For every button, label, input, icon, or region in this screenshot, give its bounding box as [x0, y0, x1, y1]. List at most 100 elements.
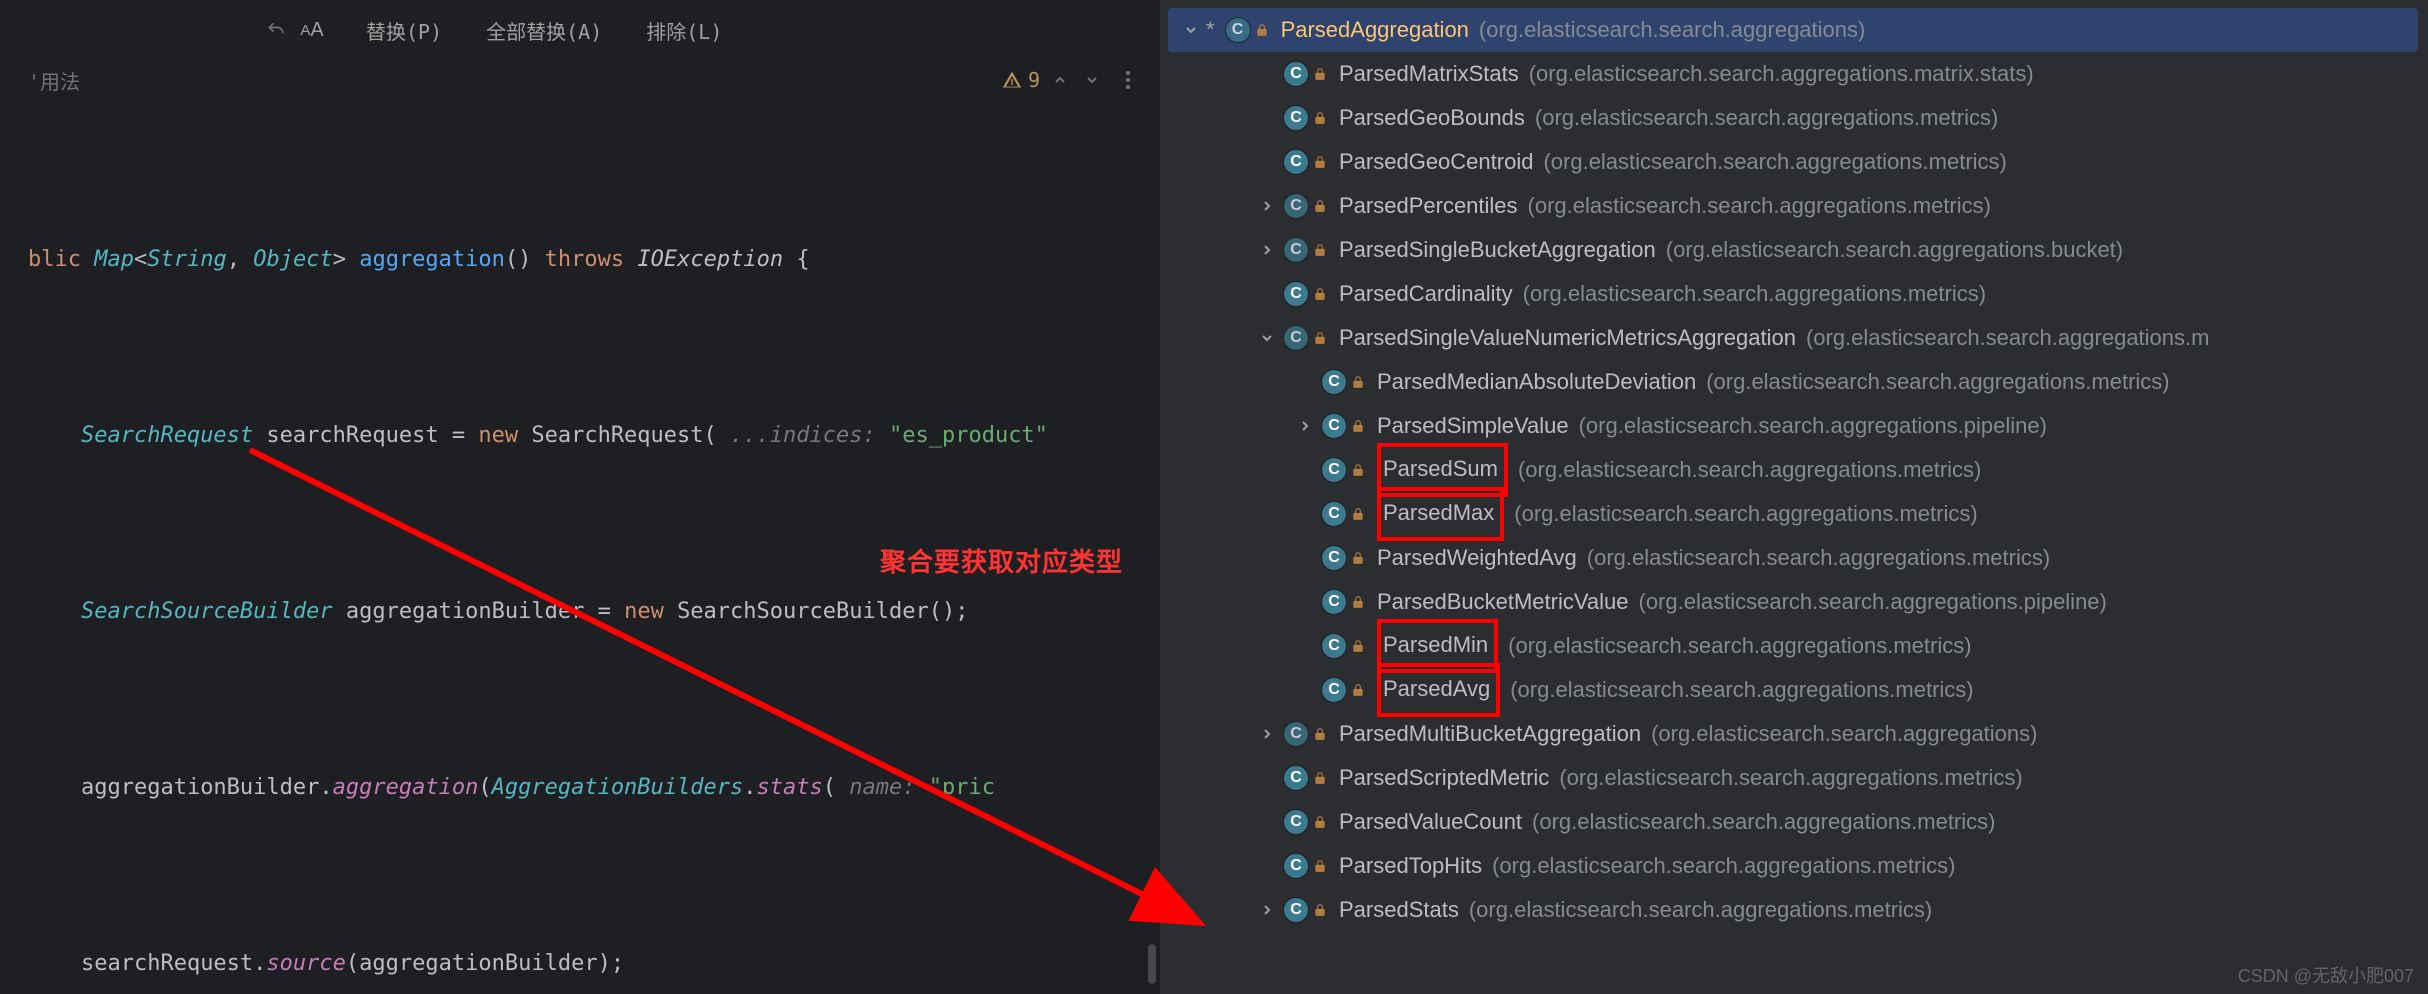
lock-icon	[1311, 329, 1329, 347]
tree-row[interactable]: C ParsedValueCount(org.elasticsearch.sear…	[1168, 800, 2428, 844]
tree-row[interactable]: CParsedGeoCentroid(org.elasticsearch.sea…	[1168, 140, 2428, 184]
tree-package: (org.elasticsearch.search.aggregations.m…	[1508, 624, 1971, 668]
watermark: CSDN @无敌小肥007	[2238, 962, 2414, 988]
hierarchy-pane: * C ParsedAggregation (org.elasticsearch…	[1160, 0, 2428, 994]
class-icon: C	[1283, 237, 1309, 263]
tree-package: (org.elasticsearch.search.aggregations.m	[1806, 316, 2210, 360]
tree-row[interactable]: CParsedGeoBounds(org.elasticsearch.searc…	[1168, 96, 2428, 140]
usage-label: '用法	[28, 66, 80, 95]
chevron-right-icon[interactable]	[1255, 238, 1279, 262]
tree-row[interactable]: C ParsedSingleValueNumericMetricsAggregat…	[1168, 316, 2428, 360]
lock-icon	[1311, 285, 1329, 303]
class-icon: C	[1283, 809, 1309, 835]
tree-package: (org.elasticsearch.search.aggregations.b…	[1666, 228, 2123, 272]
tree-row[interactable]: CParsedMax(org.elasticsearch.search.aggr…	[1168, 492, 2428, 536]
class-icon: C	[1283, 721, 1309, 747]
problems-badge[interactable]: 9	[1002, 68, 1040, 92]
lock-icon	[1349, 417, 1367, 435]
tree-class-name: ParsedGeoBounds	[1339, 96, 1525, 140]
tree-row[interactable]: CParsedWeightedAvg(org.elasticsearch.sea…	[1168, 536, 2428, 580]
tree-package: (org.elasticsearch.search.aggregations.m…	[1528, 184, 1991, 228]
class-icon: C	[1283, 325, 1309, 351]
lock-icon	[1349, 461, 1367, 479]
tree-class-name: ParsedTopHits	[1339, 844, 1482, 888]
tree-package: (org.elasticsearch.search.aggregations.m…	[1523, 272, 1986, 316]
tree-package: (org.elasticsearch.search.aggregations.m…	[1514, 492, 1977, 536]
chevron-right-icon[interactable]	[1255, 898, 1279, 922]
next-occurrence-icon[interactable]	[1080, 68, 1104, 92]
font-size-icon[interactable]: AA	[298, 16, 326, 44]
tree-row[interactable]: CParsedSimpleValue(org.elasticsearch.sea…	[1168, 404, 2428, 448]
tree-row[interactable]: CParsedBucketMetricValue(org.elasticsear…	[1168, 580, 2428, 624]
tree-package: (org.elasticsearch.search.aggregations.m…	[1532, 800, 1995, 844]
tree-root-row[interactable]: * C ParsedAggregation (org.elasticsearch…	[1168, 8, 2418, 52]
chevron-down-icon[interactable]	[1179, 18, 1203, 42]
tree-package: (org.elasticsearch.search.aggregations.m…	[1535, 96, 1998, 140]
tree-class-name: ParsedStats	[1339, 888, 1459, 932]
tree-package: (org.elasticsearch.search.aggregations.m…	[1559, 756, 2022, 800]
tree-row[interactable]: C ParsedScriptedMetric(org.elasticsearch.…	[1168, 756, 2428, 800]
tree-class-name: ParsedMax	[1377, 487, 1504, 541]
chevron-right-icon[interactable]	[1255, 194, 1279, 218]
lock-icon	[1349, 505, 1367, 523]
tree-class-name: ParsedScriptedMetric	[1339, 756, 1549, 800]
tree-package: (org.elasticsearch.search.aggregations.m…	[1587, 536, 2050, 580]
tree-package: (org.elasticsearch.search.aggregations.m…	[1543, 140, 2006, 184]
tree-class-name: ParsedSingleBucketAggregation	[1339, 228, 1656, 272]
replace-button[interactable]: 替换(P)	[348, 10, 460, 51]
tree-row[interactable]: C ParsedSingleBucketAggregation(org.elast…	[1168, 228, 2428, 272]
class-icon: C	[1283, 149, 1309, 175]
chevron-down-icon[interactable]	[1255, 326, 1279, 350]
class-icon: C	[1321, 457, 1347, 483]
lock-icon	[1311, 197, 1329, 215]
tree-row[interactable]: CParsedMedianAbsoluteDeviation(org.elast…	[1168, 360, 2428, 404]
class-hierarchy-tree[interactable]: * C ParsedAggregation (org.elasticsearch…	[1160, 0, 2428, 940]
tree-class-name: ParsedSimpleValue	[1377, 404, 1569, 448]
tree-row[interactable]: CParsedStats(org.elasticsearch.search.ag…	[1168, 888, 2428, 932]
tree-class-name: ParsedPercentiles	[1339, 184, 1518, 228]
lock-icon	[1311, 901, 1329, 919]
class-icon: C	[1283, 61, 1309, 87]
lock-icon	[1311, 153, 1329, 171]
tree-package: (org.elasticsearch.search.aggregations.m…	[1469, 888, 1932, 932]
annotation-text: 聚合要获取对应类型	[880, 542, 1123, 579]
class-icon: C	[1321, 677, 1347, 703]
tree-row[interactable]: CParsedMin(org.elasticsearch.search.aggr…	[1168, 624, 2428, 668]
tree-class-name: ParsedSingleValueNumericMetricsAggregati…	[1339, 316, 1796, 360]
tree-class-name: ParsedBucketMetricValue	[1377, 580, 1629, 624]
exclude-button[interactable]: 排除(L)	[628, 10, 740, 51]
undo-icon[interactable]	[262, 16, 290, 44]
tree-package: (org.elasticsearch.search.aggregations.m…	[1510, 668, 1973, 712]
chevron-right-icon[interactable]	[1293, 414, 1317, 438]
more-icon[interactable]	[1116, 68, 1140, 92]
class-icon: C	[1321, 545, 1347, 571]
scrollbar-thumb[interactable]	[1148, 944, 1156, 984]
class-icon: C	[1283, 765, 1309, 791]
tree-package: (org.elasticsearch.search.aggregations)	[1651, 712, 2037, 756]
tree-row[interactable]: CParsedPercentiles(org.elasticsearch.sea…	[1168, 184, 2428, 228]
tree-package: (org.elasticsearch.search.aggregations.m…	[1518, 448, 1981, 492]
tree-class-name: ParsedAvg	[1377, 663, 1500, 717]
tree-package: (org.elasticsearch.search.aggregations)	[1479, 8, 1865, 52]
lock-icon	[1311, 813, 1329, 831]
tree-package: (org.elasticsearch.search.aggregations.p…	[1639, 580, 2107, 624]
tree-package: (org.elasticsearch.search.aggregations.m…	[1706, 360, 2169, 404]
prev-occurrence-icon[interactable]	[1048, 68, 1072, 92]
tree-class-name: ParsedMultiBucketAggregation	[1339, 712, 1641, 756]
tree-row[interactable]: C ParsedMultiBucketAggregation(org.elasti…	[1168, 712, 2428, 756]
tree-row[interactable]: CParsedMatrixStats(org.elasticsearch.sea…	[1168, 52, 2428, 96]
lock-icon	[1349, 637, 1367, 655]
class-icon: C	[1321, 633, 1347, 659]
lock-icon	[1311, 65, 1329, 83]
chevron-right-icon[interactable]	[1255, 722, 1279, 746]
class-icon: C	[1283, 853, 1309, 879]
tree-row[interactable]: CParsedCardinality(org.elasticsearch.sea…	[1168, 272, 2428, 316]
tree-row[interactable]: CParsedSum(org.elasticsearch.search.aggr…	[1168, 448, 2428, 492]
find-replace-toolbar: AA 替换(P) 全部替换(A) 排除(L)	[0, 0, 1160, 60]
tree-class-name: ParsedValueCount	[1339, 800, 1522, 844]
lock-icon	[1349, 681, 1367, 699]
tree-class-name: ParsedCardinality	[1339, 272, 1513, 316]
tree-row[interactable]: CParsedTopHits(org.elasticsearch.search.…	[1168, 844, 2428, 888]
replace-all-button[interactable]: 全部替换(A)	[468, 10, 620, 51]
tree-row[interactable]: CParsedAvg(org.elasticsearch.search.aggr…	[1168, 668, 2428, 712]
